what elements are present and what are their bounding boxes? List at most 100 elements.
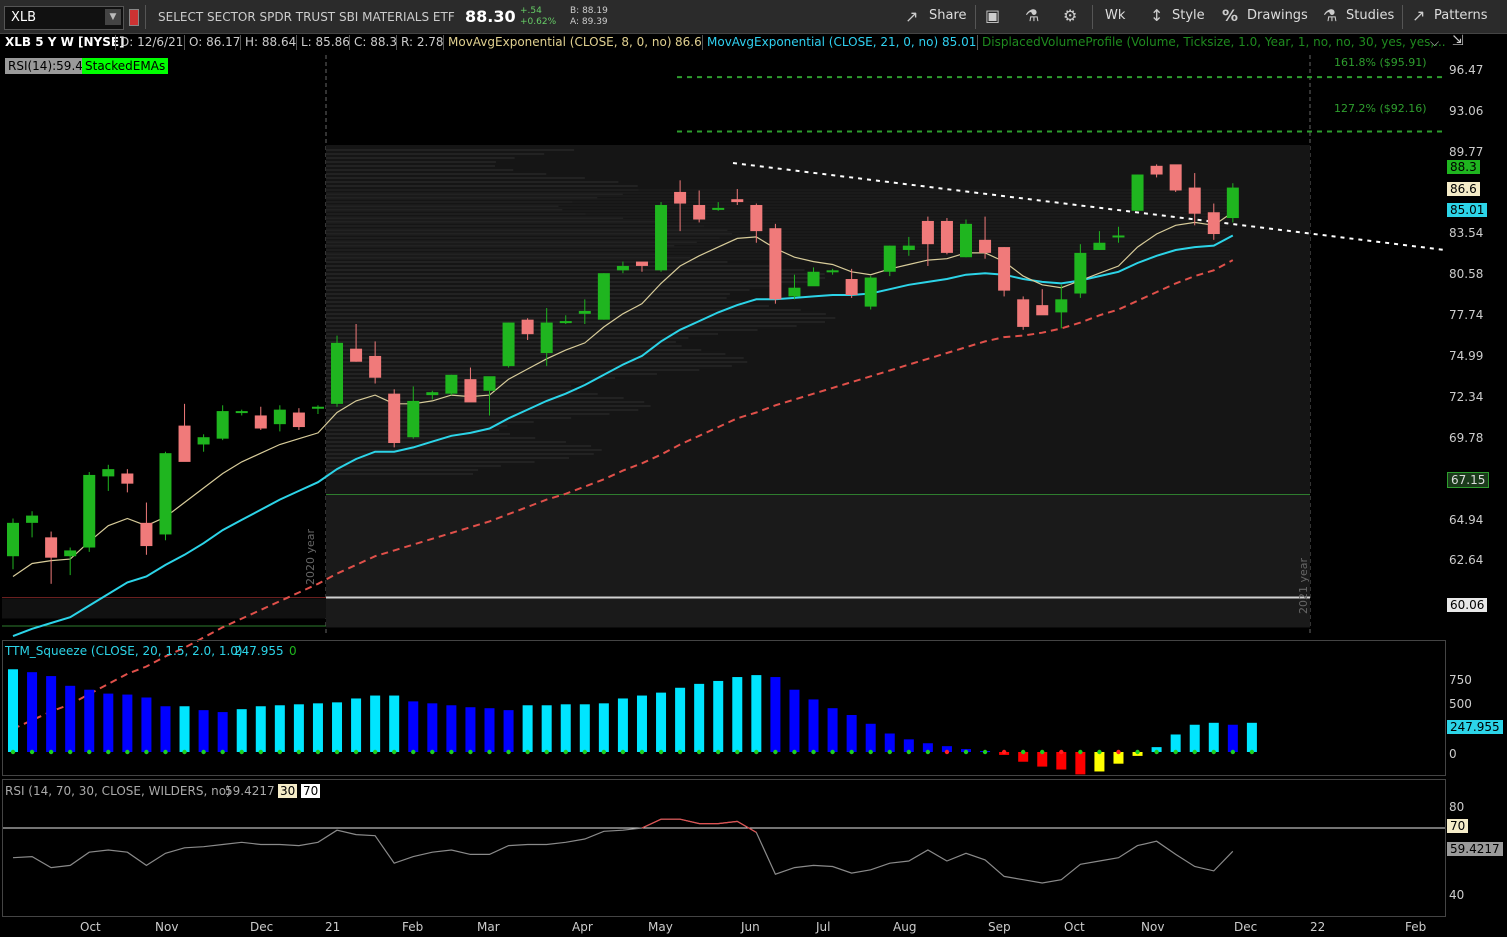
month-label: Jun (741, 920, 760, 934)
month-label: 21 (325, 920, 341, 934)
rsi-axis-label: 80 (1449, 800, 1465, 814)
candle-body (731, 199, 744, 203)
candle-body (807, 271, 820, 287)
profile-low-tag: 60.06 (1447, 598, 1488, 612)
candle-body (1207, 212, 1220, 235)
squeeze-value: 247.955 (234, 644, 284, 658)
candle-body (83, 474, 96, 548)
squeeze-tag: 247.955 (1447, 720, 1503, 734)
candle-body (1055, 299, 1068, 313)
rsi-oversold-tag: 30 (278, 784, 298, 798)
candle-body (960, 223, 972, 258)
candle-body (178, 425, 191, 462)
candle-body (902, 245, 915, 250)
volume-profile-area-2020 (326, 494, 1310, 628)
month-label: Feb (1405, 920, 1427, 934)
candle-body (540, 322, 553, 354)
squeeze-axis-label: 0 (1449, 747, 1457, 761)
candle-body (1074, 252, 1087, 294)
candle-body (407, 400, 420, 438)
year-label-2021: 2021 year (1297, 557, 1310, 614)
candle-body (1131, 174, 1144, 211)
candle-body (921, 220, 934, 245)
rsi-value: 59.4217 (225, 784, 275, 798)
squeeze-axis-label: 750 (1449, 673, 1472, 687)
candle-body (883, 245, 896, 272)
price-axis-label: 74.99 (1449, 349, 1484, 363)
candle-body (750, 204, 763, 232)
price-axis-label: 64.94 (1449, 513, 1484, 527)
candle-body (1150, 165, 1163, 175)
candle-body (102, 469, 115, 477)
candle-body (616, 265, 629, 271)
candle-body (940, 220, 953, 253)
candle-body (292, 412, 305, 428)
candle-body (635, 261, 648, 266)
candle-body (655, 204, 668, 271)
candle-body (788, 287, 801, 297)
candle-body (26, 515, 39, 523)
candle-body (578, 310, 591, 314)
candle-body (979, 239, 992, 253)
candle-body (426, 392, 439, 396)
price-axis-label: 89.77 (1449, 145, 1484, 159)
candle-body (388, 393, 401, 444)
fib-label-127: 127.2% ($92.16) (1334, 102, 1427, 115)
candle-body (369, 355, 382, 378)
rsi-axis-label: 40 (1449, 888, 1465, 902)
month-label: Dec (250, 920, 274, 934)
candle-body (1112, 235, 1125, 238)
candle-body (769, 228, 782, 300)
price-axis-label: 96.47 (1449, 63, 1484, 77)
month-label: Sep (988, 920, 1011, 934)
rsi-overbought-tag: 70 (301, 784, 321, 798)
price-axis-label: 83.54 (1449, 226, 1484, 240)
candle-body (64, 550, 77, 557)
month-label: Jul (816, 920, 831, 934)
candle-body (559, 321, 572, 324)
fib-label-161: 161.8% ($95.91) (1334, 56, 1427, 69)
month-label: 22 (1310, 920, 1326, 934)
candle-body (121, 473, 134, 484)
stacked-emas-badge: StackedEMAs (82, 58, 169, 74)
month-label: Oct (80, 920, 101, 934)
candle-body (1036, 305, 1049, 316)
price-axis-label: 77.74 (1449, 308, 1484, 322)
month-label: Mar (477, 920, 500, 934)
squeeze-pane-border (2, 640, 1446, 776)
price-axis-label: 93.06 (1449, 104, 1484, 118)
candle-body (864, 277, 877, 307)
rsi-label[interactable]: RSI (14, 70, 30, CLOSE, WILDERS, no) (5, 784, 231, 798)
candle-body (311, 406, 324, 409)
month-label: Dec (1234, 920, 1258, 934)
candle-body (597, 273, 610, 320)
candle-body (712, 207, 725, 210)
price-axis-label: 80.58 (1449, 267, 1484, 281)
month-label: Nov (155, 920, 179, 934)
candle-body (350, 348, 363, 362)
profile-high-tag: 67.15 (1447, 472, 1490, 488)
month-label: Apr (572, 920, 593, 934)
candle-body (197, 437, 210, 445)
candle-body (216, 411, 229, 439)
candle-body (998, 247, 1011, 291)
candle-body (235, 411, 248, 414)
price-axis-label: 62.64 (1449, 553, 1484, 567)
squeeze-value2: 0 (289, 644, 297, 658)
month-label: May (648, 920, 673, 934)
candle-body (1093, 242, 1106, 250)
candle-body (254, 415, 267, 429)
price-axis-label: 69.78 (1449, 431, 1484, 445)
candle-body (159, 453, 172, 535)
candle-body (1226, 187, 1239, 219)
rsi-badge: RSI(14):59.4 (5, 58, 86, 74)
candle-body (331, 342, 344, 404)
candle-body (826, 270, 839, 273)
squeeze-label[interactable]: TTM_Squeeze (CLOSE, 20, 1.5, 2.0, 1.0) (5, 644, 243, 658)
month-label: Nov (1141, 920, 1165, 934)
candle-body (521, 319, 534, 335)
candle-body (674, 191, 687, 204)
candle-body (445, 374, 458, 394)
candle-body (45, 537, 58, 558)
candle-body (464, 379, 477, 403)
